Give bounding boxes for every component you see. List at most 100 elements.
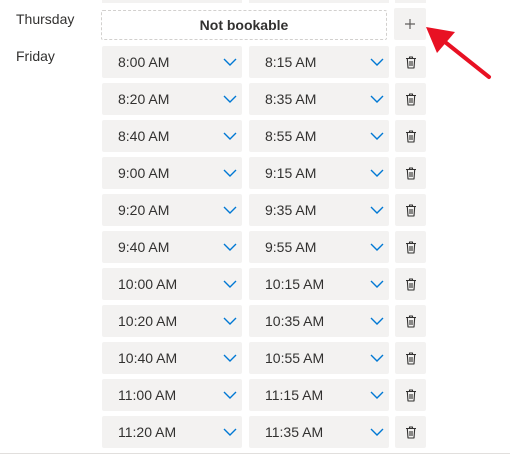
start-time-dropdown[interactable]: 10:20 AM <box>102 305 242 337</box>
previous-end-field-edge <box>249 0 389 3</box>
trash-icon <box>405 203 416 217</box>
start-time-dropdown[interactable]: 8:20 AM <box>102 83 242 115</box>
chevron-down-icon <box>370 243 384 251</box>
start-time-dropdown[interactable]: 9:40 AM <box>102 231 242 263</box>
chevron-down-icon <box>223 206 237 214</box>
start-time-value: 9:40 AM <box>118 239 170 255</box>
time-slot-row: 9:20 AM 9:35 AM <box>0 194 510 226</box>
time-slot-row: 11:00 AM 11:15 AM <box>0 379 510 411</box>
chevron-down-icon <box>370 428 384 436</box>
trash-icon <box>405 129 416 143</box>
delete-slot-button[interactable] <box>395 305 426 337</box>
end-time-value: 9:55 AM <box>265 239 317 255</box>
trash-icon <box>405 314 416 328</box>
chevron-down-icon <box>223 132 237 140</box>
delete-slot-button[interactable] <box>395 379 426 411</box>
chevron-down-icon <box>223 354 237 362</box>
end-time-dropdown[interactable]: 11:35 AM <box>249 416 389 448</box>
end-time-value: 8:35 AM <box>265 91 317 107</box>
start-time-value: 8:40 AM <box>118 128 170 144</box>
delete-slot-button[interactable] <box>395 342 426 374</box>
time-slot-row: 9:00 AM 9:15 AM <box>0 157 510 189</box>
chevron-down-icon <box>223 95 237 103</box>
start-time-dropdown[interactable]: 10:40 AM <box>102 342 242 374</box>
chevron-down-icon <box>370 132 384 140</box>
day-label-thursday: Thursday <box>16 11 75 27</box>
delete-slot-button[interactable] <box>395 194 426 226</box>
end-time-value: 11:15 AM <box>265 387 324 403</box>
chevron-down-icon <box>370 169 384 177</box>
end-time-dropdown[interactable]: 10:35 AM <box>249 305 389 337</box>
delete-slot-button[interactable] <box>395 83 426 115</box>
add-time-slot-button[interactable] <box>394 8 426 40</box>
trash-icon <box>405 166 416 180</box>
start-time-dropdown[interactable]: 11:20 AM <box>102 416 242 448</box>
end-time-value: 9:15 AM <box>265 165 317 181</box>
end-time-value: 8:15 AM <box>265 54 317 70</box>
trash-icon <box>405 240 416 254</box>
start-time-value: 10:00 AM <box>118 276 178 292</box>
end-time-dropdown[interactable]: 10:55 AM <box>249 342 389 374</box>
chevron-down-icon <box>370 354 384 362</box>
trash-icon <box>405 425 416 439</box>
start-time-value: 10:20 AM <box>118 313 178 329</box>
start-time-dropdown[interactable]: 10:00 AM <box>102 268 242 300</box>
delete-slot-button[interactable] <box>395 46 426 78</box>
delete-slot-button[interactable] <box>395 416 426 448</box>
start-time-dropdown[interactable]: 8:00 AM <box>102 46 242 78</box>
previous-delete-edge <box>395 0 426 3</box>
start-time-dropdown[interactable]: 11:00 AM <box>102 379 242 411</box>
delete-slot-button[interactable] <box>395 157 426 189</box>
end-time-value: 11:35 AM <box>265 424 324 440</box>
end-time-dropdown[interactable]: 9:35 AM <box>249 194 389 226</box>
end-time-dropdown[interactable]: 11:15 AM <box>249 379 389 411</box>
chevron-down-icon <box>370 280 384 288</box>
chevron-down-icon <box>223 169 237 177</box>
chevron-down-icon <box>223 58 237 66</box>
start-time-dropdown[interactable]: 9:20 AM <box>102 194 242 226</box>
delete-slot-button[interactable] <box>395 268 426 300</box>
chevron-down-icon <box>370 206 384 214</box>
trash-icon <box>405 388 416 402</box>
chevron-down-icon <box>370 95 384 103</box>
time-slot-row: 8:20 AM 8:35 AM <box>0 83 510 115</box>
chevron-down-icon <box>223 317 237 325</box>
start-time-value: 8:00 AM <box>118 54 170 70</box>
end-time-dropdown[interactable]: 10:15 AM <box>249 268 389 300</box>
trash-icon <box>405 277 416 291</box>
end-time-dropdown[interactable]: 9:55 AM <box>249 231 389 263</box>
end-time-value: 10:15 AM <box>265 276 325 292</box>
chevron-down-icon <box>223 243 237 251</box>
chevron-down-icon <box>223 280 237 288</box>
start-time-dropdown[interactable]: 9:00 AM <box>102 157 242 189</box>
start-time-value: 8:20 AM <box>118 91 170 107</box>
plus-icon <box>405 19 415 29</box>
chevron-down-icon <box>370 58 384 66</box>
trash-icon <box>405 55 416 69</box>
time-slot-row: 8:00 AM 8:15 AM <box>0 46 510 78</box>
end-time-value: 10:55 AM <box>265 350 325 366</box>
start-time-value: 9:20 AM <box>118 202 170 218</box>
end-time-dropdown[interactable]: 9:15 AM <box>249 157 389 189</box>
start-time-value: 10:40 AM <box>118 350 178 366</box>
availability-editor: Thursday Not bookable Friday 8:00 AM 8:15… <box>0 0 510 468</box>
time-slot-row: 10:20 AM 10:35 AM <box>0 305 510 337</box>
delete-slot-button[interactable] <box>395 231 426 263</box>
time-slot-row: 9:40 AM 9:55 AM <box>0 231 510 263</box>
end-time-value: 8:55 AM <box>265 128 317 144</box>
time-slot-row: 10:00 AM 10:15 AM <box>0 268 510 300</box>
end-time-dropdown[interactable]: 8:15 AM <box>249 46 389 78</box>
chevron-down-icon <box>223 391 237 399</box>
time-slot-row: 10:40 AM 10:55 AM <box>0 342 510 374</box>
time-slot-row: 11:20 AM 11:35 AM <box>0 416 510 448</box>
end-time-value: 9:35 AM <box>265 202 317 218</box>
start-time-dropdown[interactable]: 8:40 AM <box>102 120 242 152</box>
delete-slot-button[interactable] <box>395 120 426 152</box>
trash-icon <box>405 92 416 106</box>
divider <box>0 453 510 454</box>
end-time-dropdown[interactable]: 8:55 AM <box>249 120 389 152</box>
end-time-dropdown[interactable]: 8:35 AM <box>249 83 389 115</box>
time-slot-row: 8:40 AM 8:55 AM <box>0 120 510 152</box>
chevron-down-icon <box>370 317 384 325</box>
previous-start-field-edge <box>102 0 242 3</box>
